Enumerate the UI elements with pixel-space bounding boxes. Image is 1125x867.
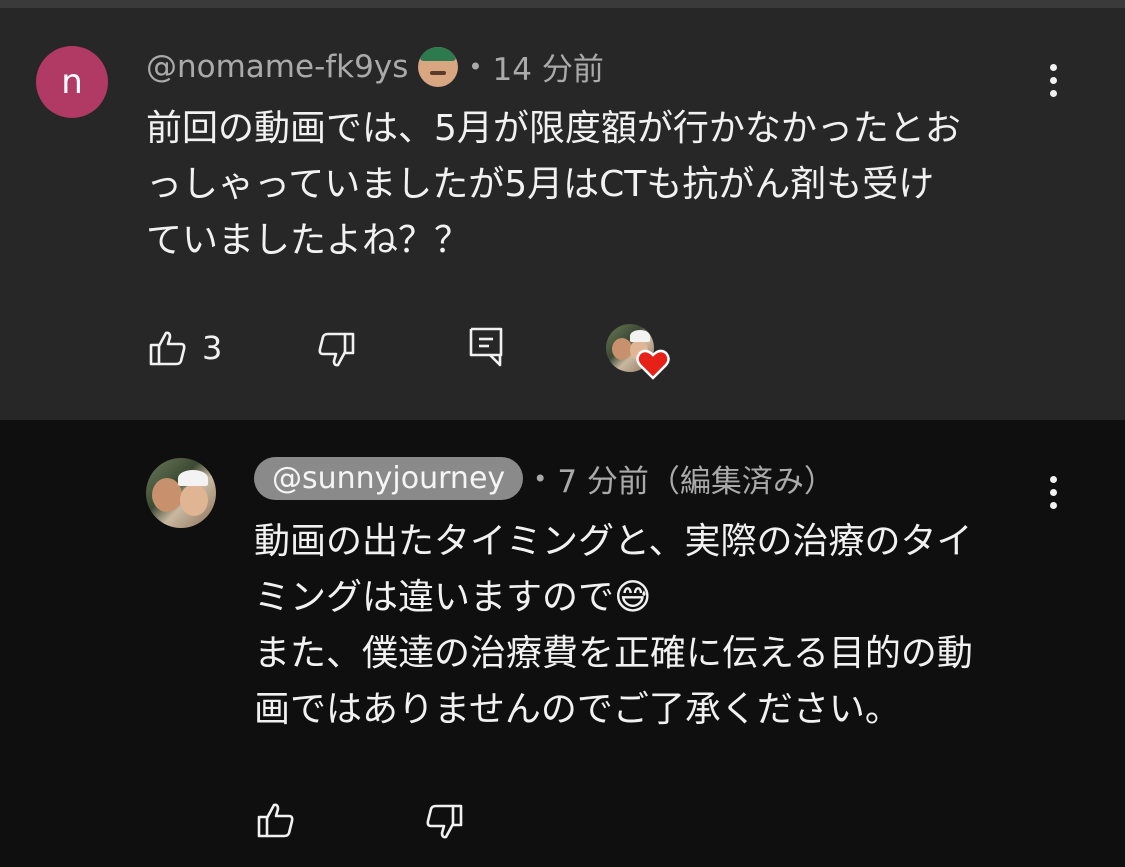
more-options-icon[interactable] [1045,476,1061,512]
reply-line: ミングは違いますので😅 [254,577,652,618]
like-count: 3 [202,329,223,367]
reply-button[interactable] [468,326,504,368]
reply-avatar[interactable] [146,458,216,528]
reply-dislike-button[interactable] [424,802,464,842]
reply-meta: @sunnyjourney • 7 分前（編集済み） [254,456,835,501]
reply-line: 動画の出たタイミングと、実際の治療のタイ [254,521,973,562]
reply-time: 7 分前（編集済み） [557,464,835,500]
like-button[interactable]: 3 [148,328,222,368]
creator-heart-icon [636,349,670,380]
comment-line: っしゃっていましたが5月はCTも抗がん剤も受け [146,164,935,205]
comment-line: ていましたよね？？ [146,220,471,261]
top-comment-meta: @nomame-fk9ys • 14 分前 [146,44,604,89]
reply-like-button[interactable] [256,800,296,840]
reply-comment-icon [469,327,503,367]
creator-handle-pill[interactable]: @sunnyjourney [254,457,524,500]
comment-text: 前回の動画では、5月が限度額が行かなかったとお っしゃっていましたが5月はCTも… [146,101,1046,269]
dislike-button[interactable] [316,330,356,370]
commenter-handle[interactable]: @nomame-fk9ys [146,49,408,85]
separator-dot: • [533,464,548,493]
reply-line: また、僕達の治療費を正確に伝える目的の動 [254,633,973,674]
comment-line: 前回の動画では、5月が限度額が行かなかったとお [146,108,961,149]
thumbs-down-icon [318,332,355,367]
thumbs-up-icon [149,331,186,366]
thumbs-up-icon [257,803,294,838]
comment-time: 14 分前 [492,52,604,88]
separator-dot: • [468,52,483,81]
more-options-icon[interactable] [1045,64,1061,100]
commenter-avatar[interactable]: n [36,46,108,118]
thumbs-down-icon [426,804,463,839]
reply-text: 動画の出たタイミングと、実際の治療のタイ ミングは違いますので😅 また、僕達の治… [254,514,1074,738]
member-badge-emoji-icon [418,46,459,87]
top-divider [0,0,1125,8]
reply-line: 画ではありませんのでご了承ください。 [254,689,901,730]
avatar-letter: n [61,62,83,102]
